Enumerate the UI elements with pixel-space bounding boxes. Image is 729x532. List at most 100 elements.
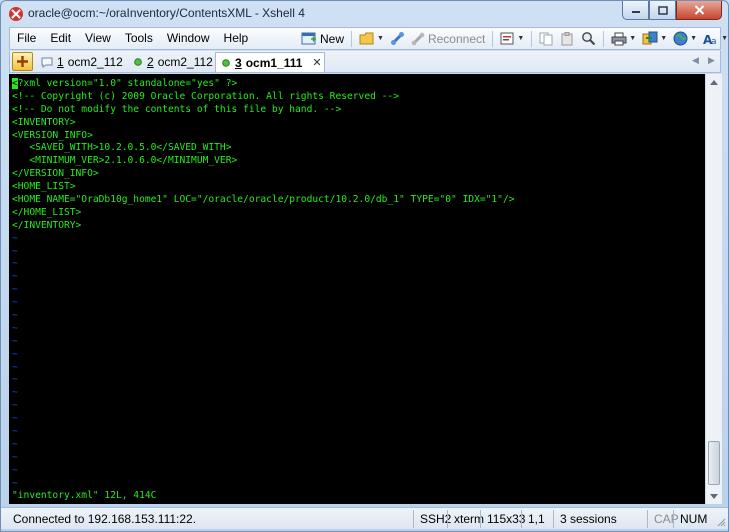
tab-label: ocm1_111	[245, 55, 303, 70]
find-button[interactable]	[578, 29, 599, 48]
empty-line-marker: ~	[12, 335, 18, 347]
empty-line-marker: ~	[12, 387, 18, 399]
tab-number: 1	[57, 55, 64, 69]
chat-bubble-icon	[41, 57, 53, 68]
add-session-button[interactable]	[12, 52, 33, 71]
terminal-line: </INVENTORY>	[12, 219, 82, 231]
tab-session-1[interactable]: 1 ocm2_112	[35, 52, 130, 72]
tab-scroll-left-icon[interactable]: ◀	[692, 55, 699, 66]
vim-status-line: "inventory.xml" 12L, 414C	[12, 490, 157, 501]
tab-scroll-right-icon[interactable]: ▶	[708, 55, 715, 66]
cursor-position-indicator: 1,1	[521, 510, 545, 528]
terminal-line: </HOME_LIST>	[12, 206, 82, 218]
new-session-button[interactable]: New	[298, 29, 347, 48]
scrollbar-thumb[interactable]	[708, 441, 720, 485]
terminal-line: <INVENTORY>	[12, 116, 76, 128]
resize-grip-icon[interactable]	[716, 517, 726, 527]
connect-button[interactable]	[387, 29, 408, 48]
paste-icon	[561, 31, 573, 45]
close-icon	[694, 5, 704, 15]
properties-icon	[500, 32, 514, 44]
terminal-scrollbar[interactable]	[705, 74, 722, 504]
title-bar[interactable]: oracle@ocm:~/oraInventory/ContentsXML - …	[1, 1, 728, 27]
empty-line-marker: ~	[12, 477, 18, 489]
empty-line-marker: ~	[12, 361, 18, 373]
tab-session-3[interactable]: 3 ocm1_111 ✕	[215, 52, 325, 72]
empty-line-marker: ~	[12, 284, 18, 296]
menu-tools[interactable]: Tools	[118, 28, 160, 49]
empty-line-marker: ~	[12, 438, 18, 450]
menu-view[interactable]: View	[78, 28, 118, 49]
search-icon	[582, 32, 596, 46]
terminal-screen[interactable]: <?xml version="1.0" standalone="yes" ?> …	[9, 74, 705, 504]
toolbar-separator	[531, 30, 533, 47]
maximize-button[interactable]	[649, 1, 676, 20]
menu-edit[interactable]: Edit	[43, 28, 78, 49]
empty-line-marker: ~	[12, 451, 18, 463]
chevron-down-icon: ▼	[690, 35, 698, 42]
copy-button[interactable]	[536, 29, 557, 48]
terminal-line: <VERSION_INFO>	[12, 129, 93, 141]
empty-line-marker: ~	[12, 413, 18, 425]
svg-text:a: a	[711, 37, 717, 46]
terminal-line: <?xml version="1.0" standalone="yes" ?>	[12, 78, 705, 91]
window-title: oracle@ocm:~/oraInventory/ContentsXML - …	[28, 6, 305, 20]
xshell-window: oracle@ocm:~/oraInventory/ContentsXML - …	[0, 0, 729, 532]
open-folder-button[interactable]: ▼	[356, 29, 387, 48]
minimize-icon	[631, 11, 640, 13]
reconnect-icon	[411, 32, 425, 45]
terminal-line-text: ?xml version="1.0" standalone="yes" ?>	[17, 78, 238, 89]
tab-label: ocm2_112	[157, 55, 213, 69]
toolbar-separator	[492, 30, 494, 47]
terminal-line: <!-- Copyright (c) 2009 Oracle Corporati…	[12, 90, 399, 102]
terminal-line: </VERSION_INFO>	[12, 168, 99, 180]
menu-help[interactable]: Help	[217, 28, 256, 49]
paste-button[interactable]	[557, 29, 578, 48]
toolbar: New ▼ Reconnect ▼ ▼ ▼ ▼ A a ▼	[298, 28, 729, 49]
terminal-line: <SAVED_WITH>10.2.0.5.0</SAVED_WITH>	[12, 142, 232, 154]
num-lock-indicator: NUM	[673, 510, 707, 528]
properties-button[interactable]: ▼	[497, 29, 527, 48]
terminal-line: <!-- Do not modify the contents of this …	[12, 103, 342, 115]
menu-bar: File Edit View Tools Window Help New ▼ R…	[9, 27, 728, 50]
chevron-down-icon: ▼	[721, 35, 729, 42]
empty-line-marker: ~	[12, 310, 18, 322]
empty-line-marker: ~	[12, 348, 18, 360]
menu-window[interactable]: Window	[160, 28, 217, 49]
terminal-line: <HOME NAME="OraDb10g_home1" LOC="/oracle…	[12, 194, 515, 206]
terminal-type-indicator: xterm	[447, 510, 484, 528]
globe-icon	[673, 31, 688, 46]
maximize-icon	[657, 5, 668, 15]
empty-line-markers: ~ ~ ~ ~ ~ ~ ~ ~ ~ ~ ~ ~ ~ ~ ~ ~ ~ ~ ~ ~	[12, 233, 705, 491]
tab-close-icon[interactable]: ✕	[312, 56, 321, 69]
globe-button[interactable]: ▼	[670, 29, 700, 48]
xshell-app-icon	[9, 7, 23, 21]
status-bar: Connected to 192.168.153.111:22. SSH2 xt…	[1, 507, 728, 529]
printer-icon	[611, 32, 627, 45]
chevron-down-icon: ▼	[517, 35, 525, 42]
transfer-icon	[642, 31, 658, 45]
session-count-indicator: 3 sessions	[553, 510, 617, 528]
terminal-line: <MINIMUM_VER>2.1.0.6.0</MINIMUM_VER>	[12, 155, 238, 167]
tab-number: 3	[235, 55, 242, 70]
transfer-button[interactable]: ▼	[639, 29, 670, 48]
tab-number: 2	[147, 55, 154, 69]
font-icon: Aa	[703, 33, 717, 46]
terminal-size-indicator: 115x33	[480, 510, 525, 528]
menu-file[interactable]: File	[10, 28, 43, 49]
link-icon	[390, 32, 404, 45]
empty-line-marker: ~	[12, 322, 18, 334]
connected-dot-icon	[222, 58, 230, 67]
session-tab-bar: 1 ocm2_112 2 ocm2_112 3 ocm1_111 ✕ ◀ ▶	[9, 51, 721, 73]
scroll-down-icon[interactable]	[706, 488, 722, 504]
print-button[interactable]: ▼	[608, 29, 639, 48]
tab-session-2[interactable]: 2 ocm2_112	[128, 52, 218, 72]
minimize-button[interactable]	[622, 1, 649, 20]
reconnect-button[interactable]: Reconnect	[408, 29, 488, 48]
chevron-down-icon: ▼	[660, 35, 668, 42]
close-button[interactable]	[676, 1, 722, 20]
font-button[interactable]: Aa ▼	[700, 29, 729, 48]
scroll-up-icon[interactable]	[706, 74, 722, 90]
new-session-icon	[301, 32, 316, 44]
empty-line-marker: ~	[12, 400, 18, 412]
